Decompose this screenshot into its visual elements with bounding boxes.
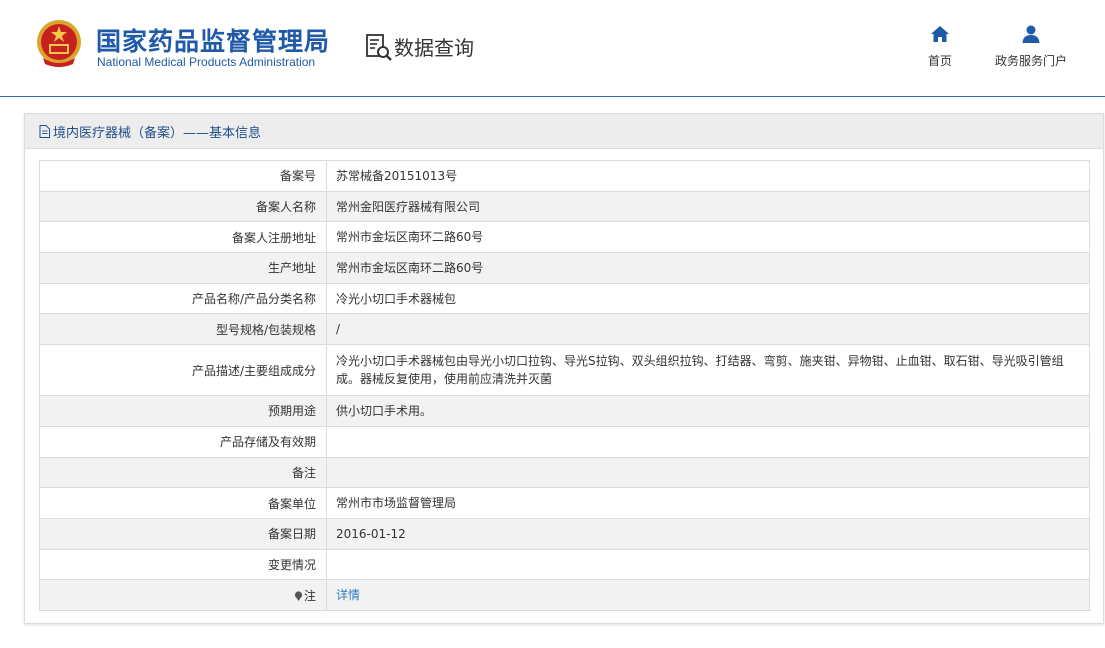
field-label: 备案人注册地址 xyxy=(39,221,327,254)
table-row: 注 详情 xyxy=(39,579,1090,611)
field-label: 备案日期 xyxy=(39,517,327,550)
field-label: 备案人名称 xyxy=(39,190,327,223)
field-value: 供小切口手术用。 xyxy=(326,395,1090,427)
field-label: 备案号 xyxy=(39,160,327,192)
field-label: 型号规格/包装规格 xyxy=(39,313,327,346)
user-icon xyxy=(1022,25,1040,43)
data-search-icon xyxy=(366,34,392,61)
table-row: 备案单位 常州市市场监督管理局 xyxy=(39,487,1090,519)
table-row: 预期用途 供小切口手术用。 xyxy=(39,395,1090,427)
table-row: 型号规格/包装规格 / xyxy=(39,313,1090,346)
note-label: 注 xyxy=(39,579,327,611)
field-value: 苏常械备20151013号 xyxy=(326,160,1090,192)
field-value: 冷光小切口手术器械包由导光小切口拉钩、导光S拉钩、双头组织拉钩、打结器、弯剪、施… xyxy=(326,344,1090,397)
nav-home[interactable]: 首页 xyxy=(920,24,960,69)
table-row: 产品存储及有效期 xyxy=(39,425,1090,458)
table-row: 产品描述/主要组成成分 冷光小切口手术器械包由导光小切口拉钩、导光S拉钩、双头组… xyxy=(39,344,1090,397)
field-label: 生产地址 xyxy=(39,252,327,284)
field-value: 常州市金坛区南环二路60号 xyxy=(326,221,1090,254)
national-emblem-icon xyxy=(37,20,81,67)
field-value: / xyxy=(326,313,1090,346)
table-row: 备案号 苏常械备20151013号 xyxy=(39,160,1090,192)
detail-panel: 境内医疗器械（备案）——基本信息 备案号 苏常械备20151013号 备案人名称… xyxy=(24,113,1104,624)
table-row: 备案日期 2016-01-12 xyxy=(39,517,1090,550)
record-table: 备案号 苏常械备20151013号 备案人名称 常州金阳医疗器械有限公司 备案人… xyxy=(39,160,1090,611)
section-title: 数据查询 xyxy=(394,36,474,60)
field-value: 常州金阳医疗器械有限公司 xyxy=(326,190,1090,223)
table-row: 备案人注册地址 常州市金坛区南环二路60号 xyxy=(39,221,1090,254)
panel-header: 境内医疗器械（备案）——基本信息 xyxy=(25,114,1103,149)
table-row: 生产地址 常州市金坛区南环二路60号 xyxy=(39,252,1090,284)
table-row: 变更情况 xyxy=(39,548,1090,581)
field-value: 冷光小切口手术器械包 xyxy=(326,282,1090,315)
field-value: 常州市市场监督管理局 xyxy=(326,487,1090,519)
field-label: 产品存储及有效期 xyxy=(39,425,327,458)
panel-title-text: 境内医疗器械（备案）——基本信息 xyxy=(53,125,262,141)
note-value: 详情 xyxy=(326,579,1090,611)
field-value: 常州市金坛区南环二路60号 xyxy=(326,252,1090,284)
map-pin-icon xyxy=(294,590,303,601)
document-icon xyxy=(39,124,50,138)
table-row: 备注 xyxy=(39,456,1090,489)
field-label: 备注 xyxy=(39,456,327,489)
field-value xyxy=(326,425,1090,458)
field-label: 产品名称/产品分类名称 xyxy=(39,282,327,315)
field-label: 备案单位 xyxy=(39,487,327,519)
nav-service-portal-label: 政务服务门户 xyxy=(994,54,1067,68)
panel-title: 境内医疗器械（备案）——基本信息 xyxy=(39,122,261,141)
table-row: 备案人名称 常州金阳医疗器械有限公司 xyxy=(39,190,1090,223)
site-header: 国家药品监督管理局 National Medical Products Admi… xyxy=(0,0,1105,97)
home-icon xyxy=(931,26,949,42)
note-label-text: 注 xyxy=(303,588,316,603)
field-value: 2016-01-12 xyxy=(326,517,1090,550)
field-label: 产品描述/主要组成成分 xyxy=(39,344,327,397)
agency-name-en: National Medical Products Administration xyxy=(97,55,316,69)
agency-name-cn: 国家药品监督管理局 xyxy=(96,27,331,56)
field-label: 变更情况 xyxy=(39,548,327,581)
field-label: 预期用途 xyxy=(39,395,327,427)
details-link[interactable]: 详情 xyxy=(336,588,360,602)
field-value xyxy=(326,456,1090,489)
nav-home-label: 首页 xyxy=(927,54,952,68)
table-row: 产品名称/产品分类名称 冷光小切口手术器械包 xyxy=(39,282,1090,315)
field-value xyxy=(326,548,1090,581)
nav-service-portal[interactable]: 政务服务门户 xyxy=(988,24,1074,69)
